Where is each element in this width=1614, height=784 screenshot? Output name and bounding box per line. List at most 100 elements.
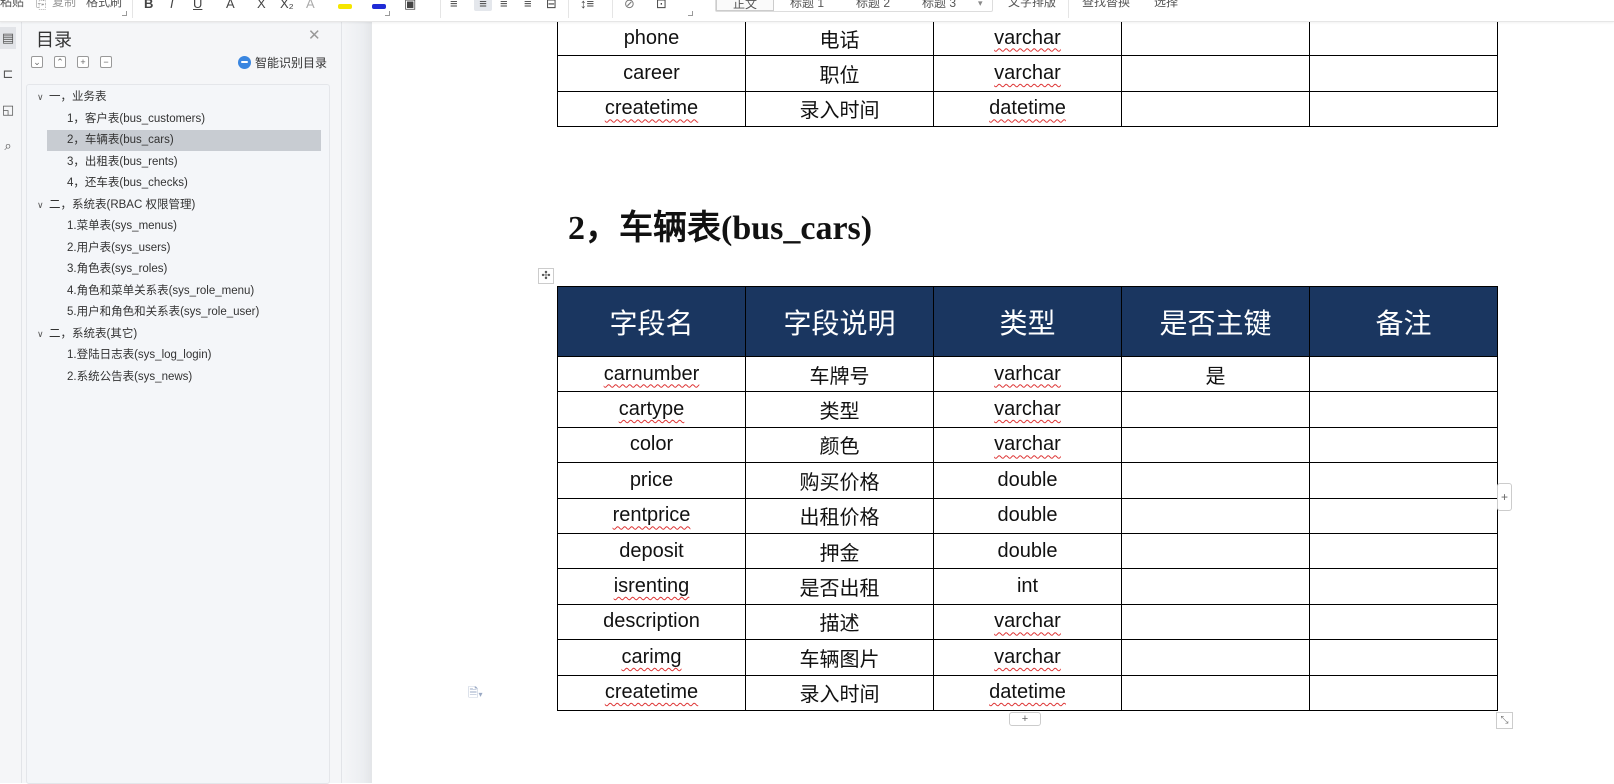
cell-field-name[interactable]: isrenting <box>557 568 746 605</box>
panel-splitter[interactable] <box>342 22 372 783</box>
cell-field-desc[interactable]: 类型 <box>745 391 934 428</box>
toc-item[interactable]: 3，出租表(bus_rents) <box>27 152 327 173</box>
distributed-icon[interactable]: ⊟ <box>546 0 557 11</box>
cell-primary-key[interactable]: 是 <box>1121 355 1310 393</box>
clipboard-launcher-icon[interactable] <box>122 11 127 16</box>
chapter-icon[interactable]: ⊏ <box>0 63 16 85</box>
toc-item[interactable]: 5.用户和角色和关系表(sys_role_user) <box>27 302 327 323</box>
remove-level-icon[interactable]: − <box>100 56 112 68</box>
cell-field-name[interactable]: career <box>557 55 746 92</box>
cell-primary-key[interactable] <box>1121 497 1310 534</box>
cell-type[interactable]: varchar <box>933 391 1122 428</box>
cell-type[interactable]: varchar <box>933 55 1122 92</box>
cell-primary-key[interactable] <box>1121 639 1310 676</box>
collapse-all-icon[interactable]: ⌃ <box>54 56 66 68</box>
cell-remark[interactable] <box>1309 426 1498 464</box>
cell-field-desc[interactable]: 出租价格 <box>745 497 934 534</box>
cell-field-name[interactable]: createtime <box>557 90 746 128</box>
style-heading-2[interactable]: 标题 2 <box>856 0 890 11</box>
style-normal[interactable]: 正文 <box>716 0 774 11</box>
font-launcher-icon[interactable] <box>385 11 390 16</box>
line-spacing-icon[interactable]: ↕≡ <box>580 0 594 11</box>
cell-field-name[interactable]: phone <box>557 19 746 57</box>
bold-button[interactable]: B <box>144 0 153 11</box>
cell-primary-key[interactable] <box>1121 603 1310 641</box>
find-replace-button[interactable]: 查找替换 <box>1082 0 1130 10</box>
cell-field-desc[interactable]: 车辆图片 <box>745 639 934 676</box>
cell-type[interactable]: varchar <box>933 19 1122 57</box>
format-painter-button[interactable]: 格式刷 <box>86 0 122 10</box>
char-border-icon[interactable]: A <box>306 0 315 11</box>
subscript-icon[interactable]: X₂ <box>280 0 294 11</box>
cell-remark[interactable] <box>1309 603 1498 641</box>
cell-field-name[interactable]: cartype <box>557 391 746 428</box>
cell-field-name[interactable]: createtime <box>557 674 746 711</box>
text-layout-button[interactable]: 文字排版 <box>1008 0 1056 10</box>
cell-field-name[interactable]: carnumber <box>557 355 746 393</box>
cell-type[interactable]: double <box>933 462 1122 499</box>
cell-remark[interactable] <box>1309 462 1498 499</box>
cell-remark[interactable] <box>1309 391 1498 428</box>
cell-field-name[interactable]: rentprice <box>557 497 746 534</box>
border-icon[interactable]: ⊡ <box>656 0 667 11</box>
cell-field-desc[interactable]: 购买价格 <box>745 462 934 499</box>
cell-remark[interactable] <box>1309 355 1498 393</box>
cell-remark[interactable] <box>1309 674 1498 711</box>
style-heading-3[interactable]: 标题 3 <box>922 0 956 11</box>
highlight-icon[interactable] <box>338 0 352 12</box>
chevron-down-icon[interactable]: ∨ <box>37 324 49 345</box>
justify-icon[interactable]: ≡ <box>524 0 532 11</box>
select-button[interactable]: 选择 <box>1154 0 1178 10</box>
bookmark-icon[interactable]: ◱ <box>0 99 16 121</box>
cell-type[interactable]: double <box>933 532 1122 570</box>
paragraph-launcher-icon[interactable] <box>688 11 693 16</box>
align-center-icon[interactable]: ≡ <box>474 0 492 11</box>
cell-primary-key[interactable] <box>1121 391 1310 428</box>
toc-item[interactable]: 1，客户表(bus_customers) <box>27 109 327 130</box>
align-left-icon[interactable]: ≡ <box>450 0 458 11</box>
chevron-down-icon[interactable]: ∨ <box>37 195 49 216</box>
close-icon[interactable]: ✕ <box>308 26 321 44</box>
cell-remark[interactable] <box>1309 568 1498 605</box>
copy-button[interactable]: 复制 <box>52 0 76 10</box>
cell-field-desc[interactable]: 押金 <box>745 532 934 570</box>
cell-type[interactable]: double <box>933 497 1122 534</box>
table-resize-icon[interactable]: ⤡ <box>1496 712 1513 729</box>
add-row-button[interactable]: + <box>1009 712 1041 726</box>
cell-field-name[interactable]: carimg <box>557 639 746 676</box>
toc-item[interactable]: 1.登陆日志表(sys_log_login) <box>27 345 327 366</box>
style-heading-1[interactable]: 标题 1 <box>790 0 824 11</box>
paragraph-options-icon[interactable]: 🗎▾ <box>468 684 482 706</box>
style-dropdown-icon[interactable]: ▾ <box>978 0 983 11</box>
toc-item[interactable]: 2.系统公告表(sys_news) <box>27 367 327 388</box>
align-right-icon[interactable]: ≡ <box>500 0 508 11</box>
cell-type[interactable]: varchar <box>933 426 1122 464</box>
add-level-icon[interactable]: + <box>77 56 89 68</box>
paste-button[interactable]: 粘贴 <box>0 0 24 10</box>
toc-item[interactable]: ∨ 一，业务表 <box>27 87 327 108</box>
toc-item[interactable]: 3.角色表(sys_roles) <box>27 259 327 280</box>
cell-field-name[interactable]: color <box>557 426 746 464</box>
cell-type[interactable]: datetime <box>933 674 1122 711</box>
cell-field-name[interactable]: deposit <box>557 532 746 570</box>
font-color-icon[interactable] <box>372 0 386 12</box>
cell-field-desc[interactable]: 是否出租 <box>745 568 934 605</box>
cell-field-desc[interactable]: 职位 <box>745 55 934 92</box>
toc-item[interactable]: ∨ 二，系统表(其它) <box>27 324 327 345</box>
para-shading-icon[interactable]: ⊘ <box>624 0 635 11</box>
cell-field-name[interactable]: description <box>557 603 746 641</box>
smart-toc-button[interactable]: 智能识别目录 <box>238 54 327 71</box>
toc-item[interactable]: 2.用户表(sys_users) <box>27 238 327 259</box>
cell-primary-key[interactable] <box>1121 568 1310 605</box>
cell-primary-key[interactable] <box>1121 90 1310 128</box>
strikethrough-icon[interactable]: Ā <box>226 0 235 11</box>
cell-remark[interactable] <box>1309 55 1498 92</box>
table-move-icon[interactable]: ✣ <box>538 268 554 284</box>
toc-item[interactable]: 1.菜单表(sys_menus) <box>27 216 327 237</box>
cell-primary-key[interactable] <box>1121 462 1310 499</box>
underline-button[interactable]: U <box>193 0 202 11</box>
cell-field-desc[interactable]: 车牌号 <box>745 355 934 393</box>
cell-field-desc[interactable]: 录入时间 <box>745 674 934 711</box>
cell-primary-key[interactable] <box>1121 532 1310 570</box>
cell-field-desc[interactable]: 颜色 <box>745 426 934 464</box>
